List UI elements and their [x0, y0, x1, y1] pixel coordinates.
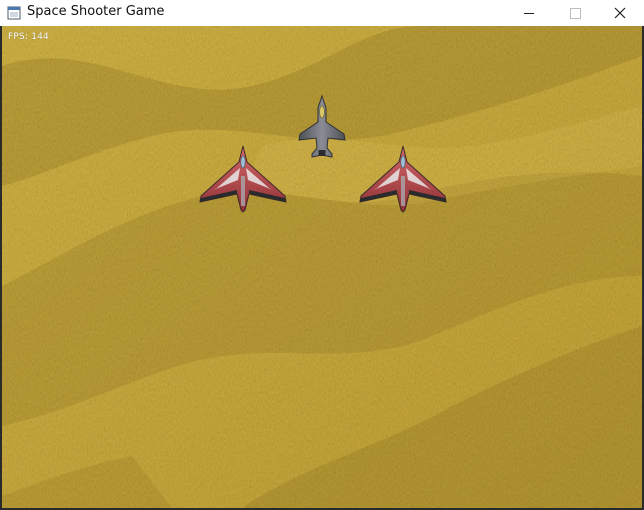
fps-counter: FPS: 144	[8, 32, 49, 42]
desert-background	[2, 26, 642, 508]
close-button[interactable]	[598, 0, 644, 26]
title-bar[interactable]: Space Shooter Game	[0, 0, 644, 27]
game-canvas[interactable]: FPS: 144	[2, 26, 642, 508]
maximize-button[interactable]	[552, 0, 598, 26]
close-icon	[614, 7, 626, 19]
minimize-button[interactable]	[506, 0, 552, 26]
app-icon	[7, 6, 21, 20]
minimize-icon	[524, 13, 534, 14]
game-window: Space Shooter Game FPS: 144	[0, 0, 644, 510]
window-title: Space Shooter Game	[27, 4, 165, 19]
maximize-icon	[570, 8, 581, 19]
window-edge-left	[0, 26, 2, 510]
